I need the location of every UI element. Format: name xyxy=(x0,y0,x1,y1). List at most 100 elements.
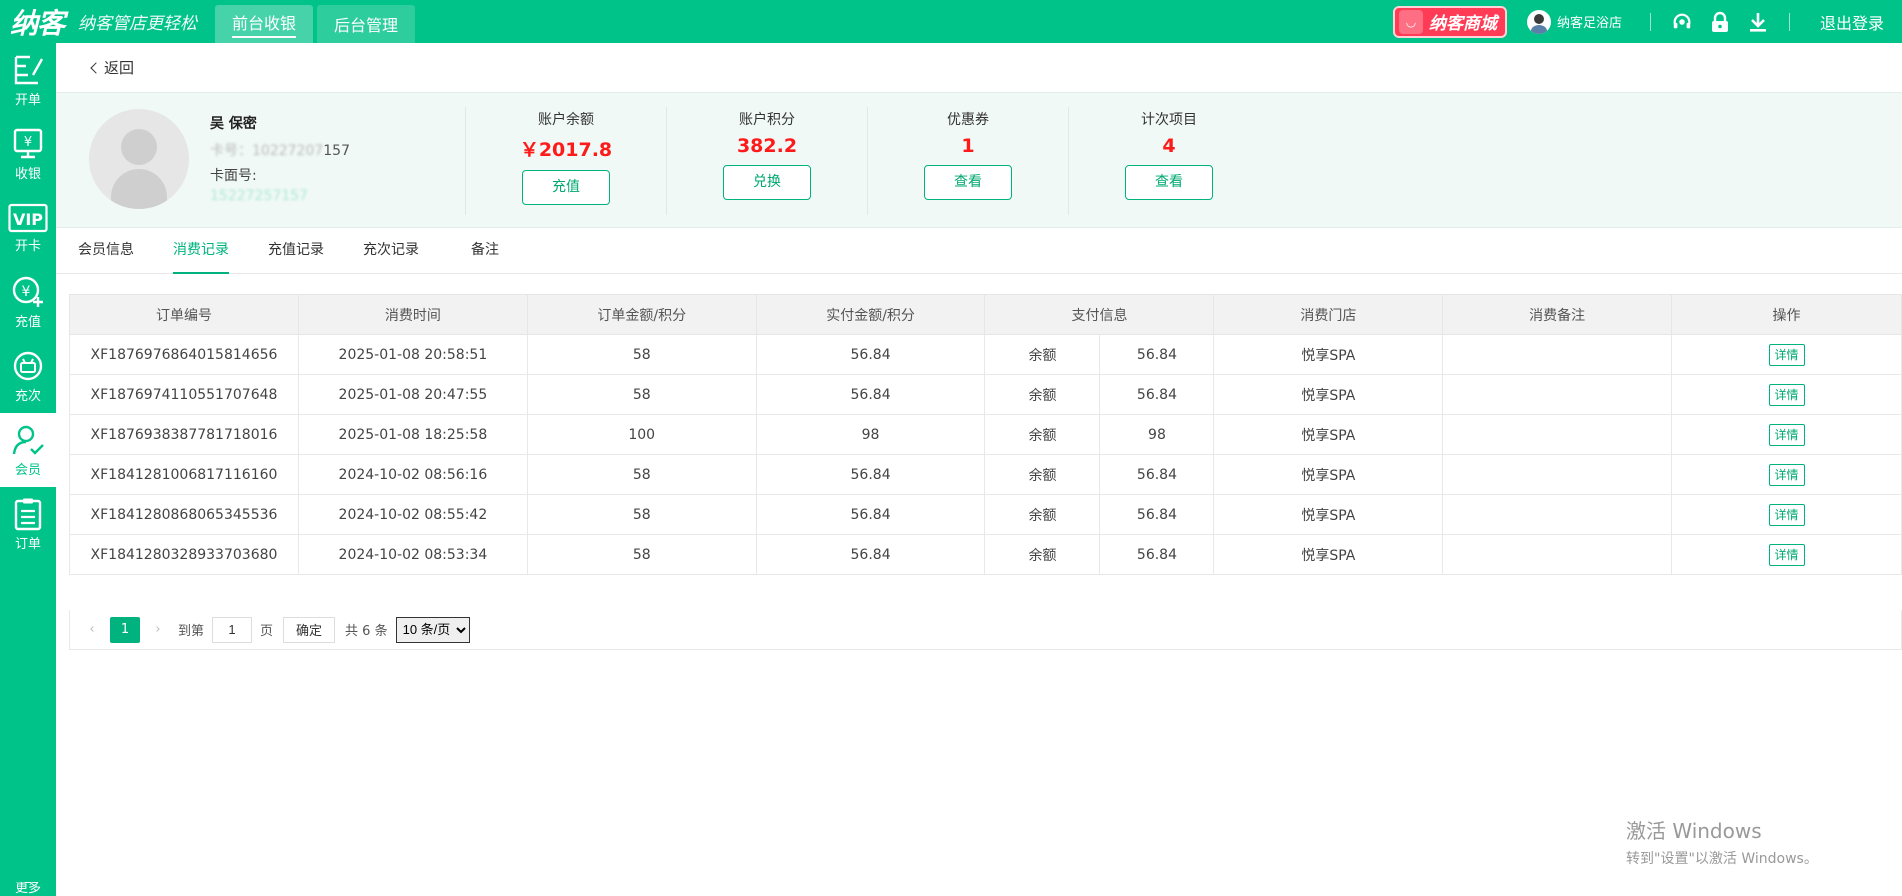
download-icon[interactable] xyxy=(1745,9,1771,35)
table-row: XF1876976864015814656 2025-01-08 20:58:5… xyxy=(69,334,1902,375)
stat-label: 账户余额 xyxy=(538,112,594,128)
table-row: XF1841280868065345536 2024-10-02 08:55:4… xyxy=(69,494,1902,535)
mall-button[interactable]: ◡ 纳客商城 xyxy=(1392,5,1507,38)
headset-icon[interactable] xyxy=(1669,9,1695,35)
cell-store: 悦享SPA xyxy=(1213,374,1444,415)
watermark-line1: 激活 Windows xyxy=(1626,819,1762,843)
stat-value: 4 xyxy=(1162,135,1176,157)
view-coupons-button[interactable]: 查看 xyxy=(924,165,1012,200)
tab-member-info[interactable]: 会员信息 xyxy=(78,229,134,274)
stat-label: 计次项目 xyxy=(1141,112,1197,128)
vip-icon: VIP xyxy=(8,203,48,232)
stat-value: 1 xyxy=(961,135,975,157)
sidebar-item-recharge[interactable]: ¥ 充值 xyxy=(0,265,56,339)
pay-type: 余额 xyxy=(985,495,1101,534)
chevron-left-icon[interactable]: ‹ xyxy=(80,622,104,637)
stat-label: 优惠券 xyxy=(947,112,989,128)
svg-text:¥: ¥ xyxy=(22,284,31,300)
cell-order-id: XF1841280328933703680 xyxy=(69,534,299,575)
sidebar-item-times[interactable]: 充次 xyxy=(0,339,56,413)
sidebar: 开单 ¥ 收银 VIP 开卡 ¥ 充值 充次 会员 订单 _ 更多 xyxy=(0,43,56,896)
col-pay-info: 支付信息 xyxy=(984,294,1215,335)
pay-type: 余额 xyxy=(985,455,1101,494)
stat-times: 计次项目 4 查看 xyxy=(1069,109,1269,200)
cell-amount: 58 xyxy=(526,494,757,535)
detail-button[interactable]: 详情 xyxy=(1768,463,1805,486)
sidebar-item-opencard[interactable]: VIP 开卡 xyxy=(0,191,56,265)
logout-button[interactable]: 退出登录 xyxy=(1820,10,1884,34)
member-card-number: 卡号：10227207157 xyxy=(210,140,350,160)
cell-order-id: XF1876976864015814656 xyxy=(69,334,299,375)
order-icon xyxy=(14,55,44,84)
cell-paid: 56.84 xyxy=(755,334,986,375)
view-times-button[interactable]: 查看 xyxy=(1125,165,1213,200)
tab-recharge-records[interactable]: 充值记录 xyxy=(268,229,324,274)
back-label: 返回 xyxy=(104,59,135,77)
detail-button[interactable]: 详情 xyxy=(1768,383,1805,406)
chevron-left-icon xyxy=(90,61,102,74)
sidebar-item-label: 收银 xyxy=(14,166,41,182)
cell-pay-info: 余额 56.84 xyxy=(984,454,1215,495)
confirm-button[interactable]: 确定 xyxy=(283,616,336,643)
back-button[interactable]: 返回 xyxy=(90,57,135,78)
tab-times-records[interactable]: 充次记录 xyxy=(363,229,419,274)
member-phone: 15227257157 xyxy=(210,188,308,204)
cell-action: 详情 xyxy=(1671,374,1902,415)
card-prefix: 卡号： xyxy=(210,143,252,159)
cell-action: 详情 xyxy=(1671,534,1902,575)
exchange-button[interactable]: 兑换 xyxy=(723,165,811,200)
detail-button[interactable]: 详情 xyxy=(1768,343,1805,366)
tab-backend[interactable]: 后台管理 xyxy=(317,5,416,43)
pay-value: 56.84 xyxy=(1136,386,1177,403)
sidebar-item-cashier[interactable]: ¥ 收银 xyxy=(0,117,56,191)
separator xyxy=(1649,12,1651,31)
tab-frontdesk[interactable]: 前台收银 xyxy=(215,5,314,43)
cell-order-id: XF1841280868065345536 xyxy=(69,494,299,535)
tab-notes[interactable]: 备注 xyxy=(471,229,499,274)
cell-time: 2025-01-08 20:47:55 xyxy=(297,374,528,415)
member-icon xyxy=(12,425,44,455)
card-suffix: 157 xyxy=(323,143,350,159)
record-tabs: 会员信息 消费记录 充值记录 充次记录 备注 xyxy=(56,229,1902,274)
tab-consumption[interactable]: 消费记录 xyxy=(173,229,229,274)
pay-value: 56.84 xyxy=(1136,466,1177,483)
detail-button[interactable]: 详情 xyxy=(1768,423,1805,446)
cell-time: 2024-10-02 08:53:34 xyxy=(297,534,528,575)
sidebar-item-orders[interactable]: 订单 xyxy=(0,487,56,561)
separator xyxy=(1788,12,1790,31)
sidebar-more[interactable]: _ 更多 xyxy=(0,870,56,896)
detail-button[interactable]: 详情 xyxy=(1768,543,1805,566)
store-selector[interactable]: 纳客足浴店 xyxy=(1526,9,1622,34)
pay-type: 余额 xyxy=(985,375,1101,414)
col-paid: 实付金额/积分 xyxy=(755,294,986,335)
sidebar-item-order[interactable]: 开单 xyxy=(0,43,56,117)
recharge-icon: ¥ xyxy=(12,276,43,307)
page-size-select[interactable]: 10 条/页 xyxy=(395,616,470,643)
cell-order-id: XF1841281006817116160 xyxy=(69,454,299,495)
cell-time: 2025-01-08 20:58:51 xyxy=(297,334,528,375)
lock-icon[interactable] xyxy=(1707,9,1733,35)
cell-remark xyxy=(1442,414,1673,455)
page-number-current[interactable]: 1 xyxy=(110,616,140,643)
store-name: 纳客足浴店 xyxy=(1556,16,1622,31)
col-remark: 消费备注 xyxy=(1442,294,1673,335)
cell-action: 详情 xyxy=(1671,414,1902,455)
times-icon xyxy=(13,351,43,380)
member-name: 吴 保密 xyxy=(210,116,257,132)
top-tabs: 前台收银 后台管理 xyxy=(215,0,419,43)
chevron-right-icon[interactable]: › xyxy=(146,622,170,637)
watermark-line2: 转到"设置"以激活 Windows。 xyxy=(1626,851,1818,867)
pay-type: 余额 xyxy=(985,535,1101,574)
stat-value: ￥2017.8 xyxy=(519,139,613,161)
cell-amount: 100 xyxy=(526,414,757,455)
sidebar-item-member[interactable]: 会员 xyxy=(0,413,56,487)
recharge-button[interactable]: 充值 xyxy=(522,170,610,205)
goto-page-input[interactable] xyxy=(212,616,253,643)
cell-order-id: XF1876938387781718016 xyxy=(69,414,299,455)
pay-type: 余额 xyxy=(985,335,1101,374)
svg-text:VIP: VIP xyxy=(13,210,43,229)
top-bar: 纳客 纳客管店更轻松 前台收银 后台管理 ◡ 纳客商城 纳客足浴店 退出登录 xyxy=(0,0,1902,43)
detail-button[interactable]: 详情 xyxy=(1768,503,1805,526)
windows-activation-watermark: 激活 Windows 转到"设置"以激活 Windows。 xyxy=(1626,815,1818,868)
stat-points: 账户积分 382.2 兑换 xyxy=(667,109,867,200)
